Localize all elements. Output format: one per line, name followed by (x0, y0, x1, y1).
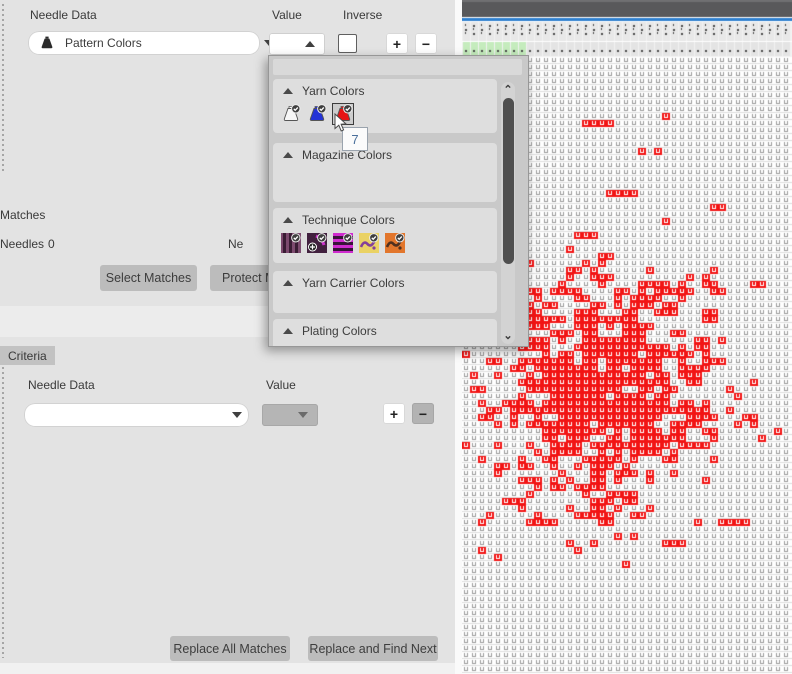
popup-scrollbar[interactable]: ⌃ ⌄ (501, 82, 515, 344)
replace-add-criterion-button[interactable]: + (383, 403, 405, 424)
inverse-label: Inverse (343, 8, 382, 22)
section-label: Technique Colors (302, 213, 395, 227)
chevron-up-icon (305, 41, 315, 47)
needles-label: Needles (0, 237, 44, 251)
yarn-color-white[interactable] (281, 104, 301, 124)
scroll-down-icon[interactable]: ⌄ (502, 330, 514, 342)
chevron-down-icon (232, 412, 242, 418)
collapse-arrow-icon[interactable] (283, 328, 293, 334)
collapse-arrow-icon[interactable] (283, 280, 293, 286)
needle-data-label: Needle Data (30, 8, 97, 22)
panel-gripper-bottom[interactable] (2, 352, 4, 658)
section-technique-colors: Technique Colors (273, 208, 497, 263)
section-yarn-colors: Yarn Colors (273, 79, 497, 133)
collapse-arrow-icon[interactable] (283, 152, 293, 158)
replace-all-matches-button[interactable]: Replace All Matches (170, 636, 290, 661)
remove-criterion-button[interactable]: − (415, 33, 437, 54)
needles-right-label: Ne (228, 237, 243, 251)
section-plating-colors: Plating Colors (273, 319, 497, 347)
collapse-arrow-icon[interactable] (283, 88, 293, 94)
mouse-cursor (334, 113, 349, 137)
tab-criteria[interactable]: Criteria (0, 346, 55, 365)
section-magazine-colors: Magazine Colors (273, 143, 497, 202)
add-criterion-button[interactable]: + (386, 33, 408, 54)
needles-count: 0 (48, 237, 55, 251)
section-yarn-carrier-colors: Yarn Carrier Colors (273, 271, 497, 313)
chevron-down-icon (298, 412, 308, 418)
replace-needle-data-label: Needle Data (28, 378, 95, 392)
section-label: Plating Colors (302, 324, 377, 338)
replace-needle-data-dropdown[interactable] (24, 403, 249, 427)
collapse-arrow-icon[interactable] (283, 217, 293, 223)
technique-color-3[interactable] (333, 233, 353, 253)
panel-gripper-top[interactable] (2, 4, 4, 172)
needle-data-selected-value: Pattern Colors (65, 36, 142, 50)
technique-color-1[interactable] (281, 233, 301, 253)
value-color-picker-popup: Yarn Colors Magazine Colors Technique Co… (268, 55, 529, 347)
find-replace-window: Needle Data Value Inverse Pattern Colors… (0, 0, 792, 674)
value-dropdown-open[interactable] (269, 33, 325, 55)
inverse-checkbox[interactable] (338, 34, 357, 53)
replace-remove-criterion-button[interactable]: − (412, 403, 434, 424)
scrollbar-thumb[interactable] (503, 98, 514, 264)
technique-color-4[interactable] (359, 233, 379, 253)
technique-colors-swatch-row (281, 233, 405, 253)
replace-value-label: Value (266, 378, 296, 392)
needle-data-dropdown[interactable]: Pattern Colors (28, 31, 260, 55)
matches-label: Matches (0, 208, 45, 222)
value-label: Value (272, 8, 302, 22)
replace-and-find-next-button[interactable]: Replace and Find Next (308, 636, 438, 661)
popup-header-strip (273, 59, 522, 75)
select-matches-button[interactable]: Select Matches (100, 265, 197, 291)
scroll-up-icon[interactable]: ⌃ (502, 84, 514, 96)
yarn-cone-icon (39, 35, 55, 54)
section-label: Yarn Carrier Colors (302, 276, 404, 290)
section-label: Yarn Colors (302, 84, 364, 98)
technique-color-2[interactable] (307, 233, 327, 253)
replace-value-dropdown[interactable] (262, 404, 318, 426)
bottom-strip (0, 663, 455, 674)
technique-color-5[interactable] (385, 233, 405, 253)
yarn-color-blue[interactable] (307, 104, 327, 124)
